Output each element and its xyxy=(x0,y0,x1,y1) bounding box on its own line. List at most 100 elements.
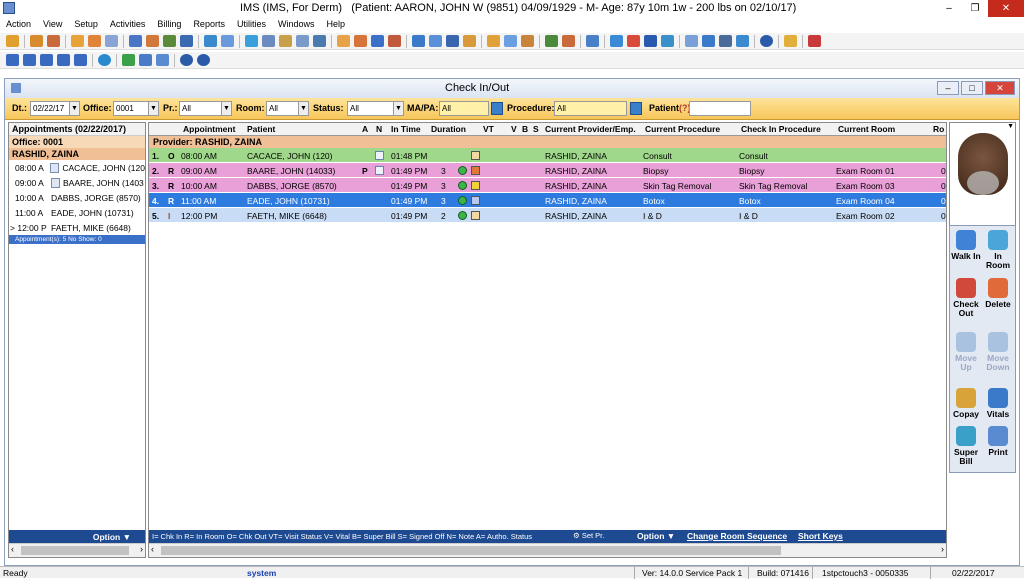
col-s[interactable]: S xyxy=(533,124,539,134)
print-button[interactable]: Print xyxy=(983,426,1013,457)
user-icon[interactable] xyxy=(6,35,19,47)
col-current-room[interactable]: Current Room xyxy=(838,124,895,134)
menu-utilities[interactable]: Utilities xyxy=(231,17,272,32)
table-row-selected[interactable]: 4. R 11:00 AM EADE, JOHN (10731) 01:49 PM 3 … xyxy=(149,193,946,208)
menu-action[interactable]: Action xyxy=(0,17,37,32)
office-dropdown-button[interactable]: ▼ xyxy=(148,101,159,116)
inbox-icon[interactable] xyxy=(521,35,534,47)
appointment-item[interactable]: > 12:00 P FAETH, MIKE (6648) xyxy=(9,220,145,235)
appointment-item[interactable]: 09:00 A BAARE, JOHN (1403 xyxy=(9,175,145,190)
help-circle-icon[interactable] xyxy=(180,54,193,66)
mapa-lookup-icon[interactable] xyxy=(491,102,503,115)
report-icon[interactable] xyxy=(487,35,500,47)
payments-icon[interactable] xyxy=(371,35,384,47)
cube-icon[interactable] xyxy=(429,35,442,47)
appointment-item[interactable]: 10:00 A DABBS, JORGE (8570) xyxy=(9,190,145,205)
menu-reports[interactable]: Reports xyxy=(187,17,231,32)
col-in-time[interactable]: In Time xyxy=(391,124,421,134)
status-select[interactable]: All xyxy=(347,101,394,116)
visit-status-icon[interactable] xyxy=(471,181,480,190)
form-icon[interactable] xyxy=(685,35,698,47)
menu-view[interactable]: View xyxy=(37,17,68,32)
notes-icon[interactable] xyxy=(105,35,118,47)
close-circle-icon[interactable] xyxy=(197,54,210,66)
bar-chart-icon[interactable] xyxy=(545,35,558,47)
globe-icon[interactable] xyxy=(262,35,275,47)
group-icon[interactable] xyxy=(296,35,309,47)
rx-icon[interactable] xyxy=(163,35,176,47)
col-b[interactable]: B xyxy=(522,124,528,134)
sort-icon[interactable] xyxy=(74,54,87,66)
ledger-icon[interactable] xyxy=(388,35,401,47)
room-select[interactable]: All xyxy=(266,101,299,116)
procedure-lookup-icon[interactable] xyxy=(630,102,642,115)
menu-billing[interactable]: Billing xyxy=(151,17,187,32)
restore-button[interactable]: ❐ xyxy=(962,0,988,17)
table-row[interactable]: 1. O 08:00 AM CACACE, JOHN (120) 01:48 PM R… xyxy=(149,148,946,163)
procedure-field[interactable]: All xyxy=(554,101,627,116)
lab-icon[interactable] xyxy=(146,35,159,47)
exit-icon[interactable] xyxy=(808,35,821,47)
appointment-item[interactable]: 11:00 A EADE, JOHN (10731) xyxy=(9,205,145,220)
left-horizontal-scrollbar[interactable]: ‹ › xyxy=(9,543,145,557)
date-field[interactable]: 02/22/17 xyxy=(30,101,70,116)
document-icon[interactable] xyxy=(129,35,142,47)
short-keys-link[interactable]: Short Keys xyxy=(798,531,843,541)
family-icon[interactable] xyxy=(47,35,60,47)
status-dropdown-button[interactable]: ▼ xyxy=(393,101,404,116)
dialog-maximize-button[interactable]: □ xyxy=(961,81,983,95)
calendar-icon[interactable] xyxy=(204,35,217,47)
visit-status-icon[interactable] xyxy=(471,211,480,220)
first-record-icon[interactable] xyxy=(6,54,19,66)
shield-icon[interactable] xyxy=(180,35,193,47)
visit-status-icon[interactable] xyxy=(471,196,480,205)
table-row[interactable]: 2. R 09:00 AM BAARE, JOHN (14033) P 01:49 P… xyxy=(149,163,946,178)
col-vt[interactable]: VT xyxy=(483,124,494,134)
col-a[interactable]: A xyxy=(362,124,368,134)
mail-icon[interactable] xyxy=(446,35,459,47)
refresh-icon[interactable] xyxy=(98,54,111,66)
col-ro[interactable]: Ro xyxy=(933,124,944,134)
menu-setup[interactable]: Setup xyxy=(68,17,104,32)
note-icon[interactable] xyxy=(375,151,384,160)
menu-help[interactable]: Help xyxy=(320,17,351,32)
word-icon[interactable] xyxy=(644,35,657,47)
billing-icon[interactable] xyxy=(337,35,350,47)
close-button[interactable]: ✕ xyxy=(988,0,1024,17)
vitals-button[interactable]: Vitals xyxy=(983,388,1013,419)
visit-status-icon[interactable] xyxy=(471,166,480,175)
pen-icon[interactable] xyxy=(412,35,425,47)
camera-icon[interactable] xyxy=(719,35,732,47)
provider-select[interactable]: All xyxy=(179,101,222,116)
grid-option-button[interactable]: Option ▼ xyxy=(637,531,675,541)
delete-button[interactable]: Delete xyxy=(983,278,1013,309)
schedule-icon[interactable] xyxy=(586,35,599,47)
monitor-icon[interactable] xyxy=(736,35,749,47)
dialog-close-button[interactable]: ✕ xyxy=(985,81,1015,95)
report2-icon[interactable] xyxy=(504,35,517,47)
table-row[interactable]: 5. I 12:00 PM FAETH, MIKE (6648) 01:49 PM 2 … xyxy=(149,208,946,223)
folder-icon[interactable] xyxy=(71,35,84,47)
next-record-icon[interactable] xyxy=(40,54,53,66)
export-icon[interactable] xyxy=(661,35,674,47)
doctor-icon[interactable] xyxy=(139,54,152,66)
people-icon[interactable] xyxy=(279,35,292,47)
image-icon[interactable] xyxy=(702,35,715,47)
check-out-button[interactable]: Check Out xyxy=(951,278,981,318)
lock-icon[interactable] xyxy=(784,35,797,47)
chart-icon[interactable] xyxy=(88,35,101,47)
table-row[interactable]: 3. R 10:00 AM DABBS, JORGE (8570) 01:49 PM 3… xyxy=(149,178,946,193)
menu-windows[interactable]: Windows xyxy=(272,17,321,32)
change-room-sequence-link[interactable]: Change Room Sequence xyxy=(687,531,787,541)
copay-button[interactable]: Copay xyxy=(951,388,981,419)
database-icon[interactable] xyxy=(156,54,169,66)
sync-icon[interactable] xyxy=(610,35,623,47)
in-room-button[interactable]: In Room xyxy=(983,230,1013,270)
mapa-field[interactable]: All xyxy=(439,101,489,116)
help-icon[interactable] xyxy=(760,35,773,47)
col-v[interactable]: V xyxy=(511,124,517,134)
set-provider-link[interactable]: ⚙ Set Pr. xyxy=(573,531,604,540)
move-down-button[interactable]: Move Down xyxy=(983,332,1013,372)
last-record-icon[interactable] xyxy=(57,54,70,66)
col-appointment[interactable]: Appointment xyxy=(183,124,235,134)
